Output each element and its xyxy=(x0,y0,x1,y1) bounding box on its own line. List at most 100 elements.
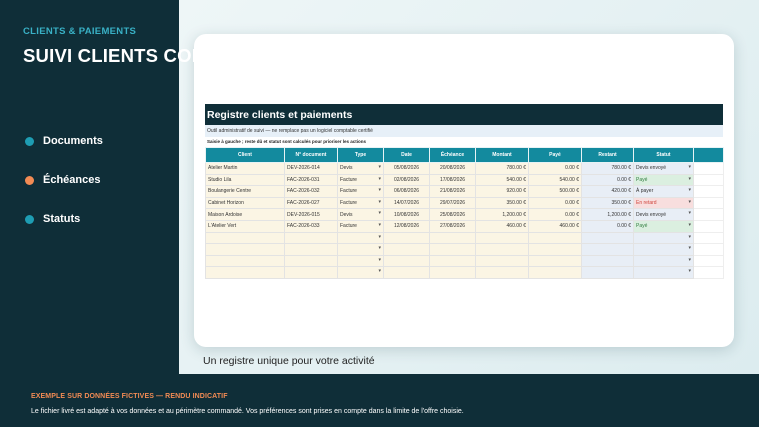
cell-status[interactable] xyxy=(633,231,694,245)
cell-client[interactable]: Atelier Martin xyxy=(205,162,285,175)
cell-doc[interactable] xyxy=(284,254,338,268)
cell-type[interactable]: Facture xyxy=(337,185,384,198)
cell-rest[interactable]: 780.00 € xyxy=(581,162,634,175)
cell-due[interactable]: 20/08/2026 xyxy=(429,162,476,175)
cell-amount[interactable]: 540.00 € xyxy=(475,173,529,187)
cell-rest[interactable] xyxy=(581,231,634,245)
cell-client[interactable]: Boulangerie Centre xyxy=(205,185,285,198)
cell-amount[interactable] xyxy=(475,254,529,268)
cell-paid[interactable]: 0.00 € xyxy=(528,208,582,221)
cell-client[interactable] xyxy=(205,231,285,245)
cell-doc[interactable] xyxy=(284,243,338,256)
cell-client[interactable]: L'Atelier Vert xyxy=(205,219,285,233)
cell-date[interactable] xyxy=(383,254,430,268)
cell-type[interactable]: Devis xyxy=(337,208,384,221)
cell-doc[interactable]: FAC-2026-031 xyxy=(284,173,338,187)
cell-paid[interactable]: 460.00 € xyxy=(528,219,582,233)
cell-paid[interactable]: 540.00 € xyxy=(528,173,582,187)
cell-type[interactable]: Facture xyxy=(337,196,384,210)
cell-type[interactable]: Facture xyxy=(337,219,384,233)
cell-type[interactable] xyxy=(337,254,384,268)
cell-rest[interactable]: 1,200.00 € xyxy=(581,208,634,221)
cell-due[interactable] xyxy=(429,243,476,256)
cell-paid[interactable] xyxy=(528,254,582,268)
cell-blank xyxy=(693,196,724,210)
cell-date[interactable]: 10/08/2026 xyxy=(383,208,430,221)
cell-rest[interactable]: 350.00 € xyxy=(581,196,634,210)
cell-due[interactable] xyxy=(429,254,476,268)
cell-doc[interactable]: FAC-2026-032 xyxy=(284,185,338,198)
col-header-rest[interactable]: Restant xyxy=(581,147,634,163)
cell-due[interactable] xyxy=(429,266,476,279)
cell-paid[interactable] xyxy=(528,243,582,256)
cell-client[interactable] xyxy=(205,254,285,268)
cell-doc[interactable]: DEV-2026-014 xyxy=(284,162,338,175)
cell-amount[interactable]: 1,200.00 € xyxy=(475,208,529,221)
cell-amount[interactable] xyxy=(475,231,529,245)
col-header-paid[interactable]: Payé xyxy=(528,147,582,163)
cell-paid[interactable] xyxy=(528,266,582,279)
cell-due[interactable]: 25/08/2026 xyxy=(429,208,476,221)
cell-amount[interactable]: 350.00 € xyxy=(475,196,529,210)
cell-type[interactable]: Devis xyxy=(337,162,384,175)
cell-status[interactable]: Payé xyxy=(633,219,694,233)
cell-paid[interactable]: 0.00 € xyxy=(528,162,582,175)
cell-doc[interactable] xyxy=(284,231,338,245)
col-header-amount[interactable]: Montant xyxy=(475,147,529,163)
cell-type[interactable]: Facture xyxy=(337,173,384,187)
cell-client[interactable]: Studio Lila xyxy=(205,173,285,187)
cell-due[interactable] xyxy=(429,231,476,245)
cell-due[interactable]: 21/08/2026 xyxy=(429,185,476,198)
cell-rest[interactable]: 420.00 € xyxy=(581,185,634,198)
cell-paid[interactable]: 0.00 € xyxy=(528,196,582,210)
cell-client[interactable] xyxy=(205,243,285,256)
cell-type[interactable] xyxy=(337,243,384,256)
cell-date[interactable]: 06/08/2026 xyxy=(383,185,430,198)
col-header-doc[interactable]: N° document xyxy=(284,147,338,163)
col-header-status[interactable]: Statut xyxy=(633,147,694,163)
cell-client[interactable] xyxy=(205,266,285,279)
cell-doc[interactable]: DEV-2026-015 xyxy=(284,208,338,221)
cell-due[interactable]: 29/07/2026 xyxy=(429,196,476,210)
cell-status[interactable]: Payé xyxy=(633,173,694,187)
cell-rest[interactable]: 0.00 € xyxy=(581,219,634,233)
cell-date[interactable]: 05/08/2026 xyxy=(383,162,430,175)
cell-due[interactable]: 27/08/2026 xyxy=(429,219,476,233)
cell-status[interactable]: En retard xyxy=(633,196,694,210)
cell-date[interactable]: 14/07/2026 xyxy=(383,196,430,210)
col-header-client[interactable]: Client xyxy=(205,147,285,163)
cell-status[interactable]: Devis envoyé xyxy=(633,208,694,221)
cell-status[interactable] xyxy=(633,254,694,268)
cell-amount[interactable] xyxy=(475,266,529,279)
cell-amount[interactable]: 780.00 € xyxy=(475,162,529,175)
cell-amount[interactable]: 460.00 € xyxy=(475,219,529,233)
cell-date[interactable] xyxy=(383,231,430,245)
cell-client[interactable]: Cabinet Horizon xyxy=(205,196,285,210)
cell-client[interactable]: Maison Ardoise xyxy=(205,208,285,221)
col-header-type[interactable]: Type xyxy=(337,147,384,163)
cell-date[interactable] xyxy=(383,266,430,279)
cell-doc[interactable]: FAC-2026-027 xyxy=(284,196,338,210)
cell-paid[interactable] xyxy=(528,231,582,245)
col-header-date[interactable]: Date xyxy=(383,147,430,163)
cell-type[interactable] xyxy=(337,231,384,245)
cell-rest[interactable]: 0.00 € xyxy=(581,173,634,187)
cell-status[interactable]: À payer xyxy=(633,185,694,198)
cell-type[interactable] xyxy=(337,266,384,279)
cell-amount[interactable] xyxy=(475,243,529,256)
cell-rest[interactable] xyxy=(581,243,634,256)
cell-status[interactable] xyxy=(633,266,694,279)
cell-doc[interactable]: FAC-2026-033 xyxy=(284,219,338,233)
cell-doc[interactable] xyxy=(284,266,338,279)
cell-status[interactable] xyxy=(633,243,694,256)
cell-amount[interactable]: 920.00 € xyxy=(475,185,529,198)
cell-due[interactable]: 17/08/2026 xyxy=(429,173,476,187)
cell-status[interactable]: Devis envoyé xyxy=(633,162,694,175)
cell-date[interactable]: 12/08/2026 xyxy=(383,219,430,233)
col-header-due[interactable]: Échéance xyxy=(429,147,476,163)
cell-paid[interactable]: 500.00 € xyxy=(528,185,582,198)
cell-rest[interactable] xyxy=(581,254,634,268)
cell-rest[interactable] xyxy=(581,266,634,279)
cell-date[interactable]: 02/08/2026 xyxy=(383,173,430,187)
cell-date[interactable] xyxy=(383,243,430,256)
